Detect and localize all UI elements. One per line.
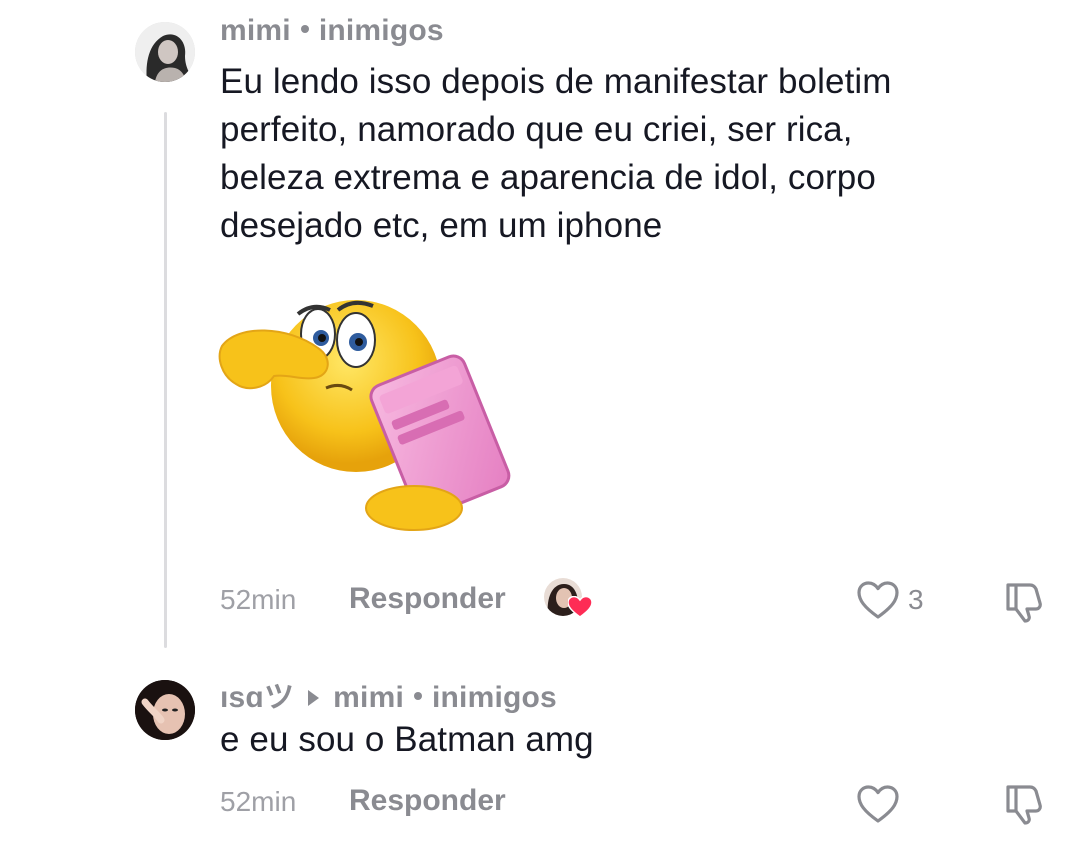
separator-dot xyxy=(413,692,422,701)
thread-line xyxy=(164,112,167,648)
dislike-button[interactable] xyxy=(1000,780,1048,826)
comment-header: ısɑツ mimi inimigos xyxy=(220,672,557,716)
heart-outline-icon xyxy=(857,581,899,619)
reply-to-name[interactable]: mimi xyxy=(333,681,404,714)
creator-liked-heart-icon xyxy=(568,596,592,618)
like-button[interactable]: 3 xyxy=(856,578,924,622)
comment-text: e eu sou o Batman amg xyxy=(220,720,594,759)
avatar-isa[interactable] xyxy=(135,680,195,740)
reply-button[interactable]: Responder xyxy=(349,582,506,616)
comment-text-line: beleza extrema e aparencia de idol, corp… xyxy=(220,158,876,197)
comment-text-line: perfeito, namorado que eu criei, ser ric… xyxy=(220,110,853,149)
separator-dot xyxy=(300,25,309,34)
avatar-mimi[interactable] xyxy=(135,22,195,82)
author-name[interactable]: ısɑツ xyxy=(220,681,294,714)
like-button[interactable] xyxy=(856,782,900,826)
creator-liked-badge xyxy=(544,578,594,620)
comment-text-line: Eu lendo isso depois de manifestar bolet… xyxy=(220,62,892,101)
comment-time: 52min xyxy=(220,584,297,615)
context-label: inimigos xyxy=(318,14,444,47)
emoji-sticker[interactable] xyxy=(218,296,520,532)
dislike-icon xyxy=(1006,785,1042,825)
dislike-button[interactable] xyxy=(1000,578,1048,624)
comment-text: Eu lendo isso depois de manifestar bolet… xyxy=(220,58,1020,250)
comment-header: mimi inimigos xyxy=(220,14,444,48)
reply-arrow-icon xyxy=(308,689,320,706)
comment-time: 52min xyxy=(220,786,297,817)
author-name[interactable]: mimi xyxy=(220,14,291,47)
reply-button[interactable]: Responder xyxy=(349,784,506,818)
context-label: inimigos xyxy=(431,681,557,714)
comment-text-line: desejado etc, em um iphone xyxy=(220,206,663,245)
like-count: 3 xyxy=(908,584,924,615)
heart-outline-icon xyxy=(857,785,899,823)
dislike-icon xyxy=(1006,583,1042,623)
